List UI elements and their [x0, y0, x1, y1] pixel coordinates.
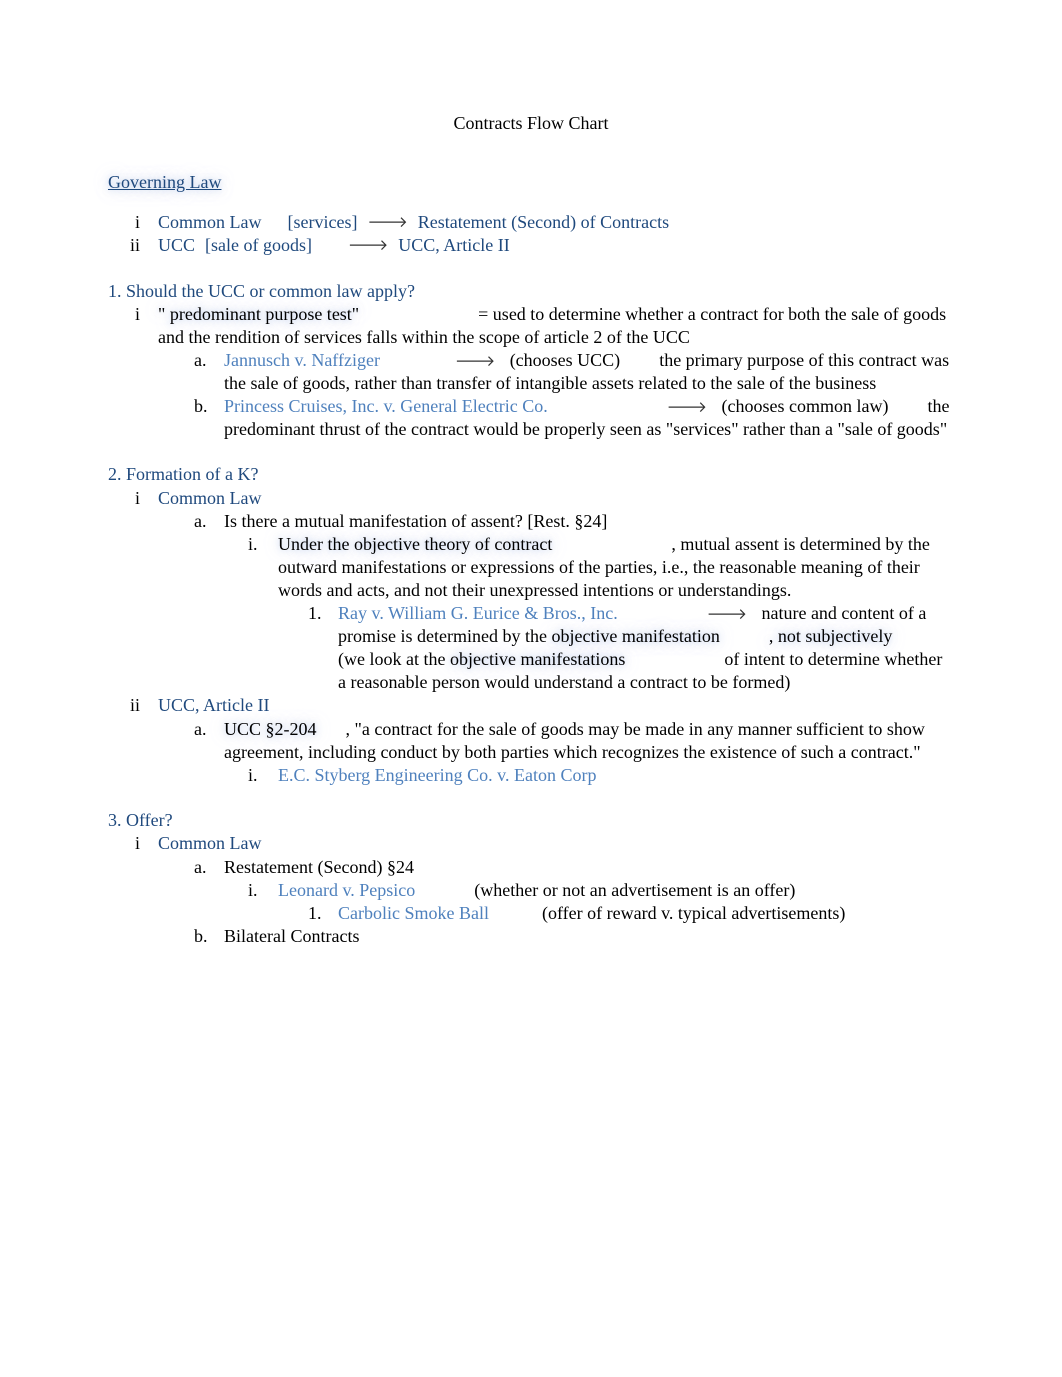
objective-theory-item: i. Under the objective theory of contrac…: [108, 533, 954, 602]
section-1: 1. Should the UCC or common law apply? i…: [108, 280, 954, 442]
list-marker: b.: [194, 395, 224, 418]
ucc-bracket: [sale of goods]: [205, 234, 312, 257]
princess-cruises-case-link[interactable]: Princess Cruises, Inc. v. General Electr…: [224, 396, 548, 416]
styberg-item: i. E.C. Styberg Engineering Co. v. Eaton…: [108, 764, 954, 787]
bilateral-contracts-text: Bilateral Contracts: [224, 925, 954, 948]
arrow-icon: 🡒: [357, 213, 417, 233]
list-marker: b.: [194, 925, 224, 948]
list-marker: i: [108, 303, 158, 326]
restatement-label: Restatement (Second) of Contracts: [418, 211, 669, 234]
ray-eurice-item: 1. Ray v. William G. Eurice & Bros., Inc…: [108, 602, 954, 694]
governing-item-ucc: ii UCC [sale of goods] 🡒 UCC, Article II: [108, 234, 954, 257]
leonard-pepsico-case-link[interactable]: Leonard v. Pepsico: [278, 880, 415, 900]
s3-common-law-label: Common Law: [158, 832, 954, 855]
s2-ucc-label: UCC, Article II: [158, 694, 954, 717]
s2-ucc-item: ii UCC, Article II: [108, 694, 954, 717]
section-3: 3. Offer? i Common Law a. Restatement (S…: [108, 809, 954, 949]
mutual-assent-q: Is there a mutual manifestation of assen…: [224, 510, 954, 533]
governing-item-common-law: i Common Law [services] 🡒 Restatement (S…: [108, 211, 954, 234]
princess-cruises-item: b. Princess Cruises, Inc. v. General Ele…: [108, 395, 954, 441]
leonard-pepsico-item: i. Leonard v. Pepsico (whether or not an…: [108, 879, 954, 902]
restatement-24-text: Restatement (Second) §24: [224, 856, 954, 879]
predominant-purpose-item: i " predominant purpose test" = used to …: [108, 303, 954, 349]
list-marker: a.: [194, 510, 224, 533]
restatement-24-item: a. Restatement (Second) §24: [108, 856, 954, 879]
objective-theory-lead: Under the objective theory of contract: [278, 534, 552, 554]
ucc-label: UCC: [158, 234, 195, 257]
mutual-assent-item: a. Is there a mutual manifestation of as…: [108, 510, 954, 533]
list-marker: i.: [248, 533, 278, 556]
list-marker: 1.: [308, 902, 338, 925]
list-marker: i: [108, 832, 158, 855]
section-2-heading: 2. Formation of a K?: [108, 463, 954, 486]
s3-common-law-item: i Common Law: [108, 832, 954, 855]
common-law-label: Common Law: [158, 211, 262, 234]
ucc-2-204-item: a. UCC §2-204 , "a contract for the sale…: [108, 718, 954, 764]
arrow-icon: 🡒: [657, 399, 717, 416]
list-marker: ii: [108, 234, 158, 257]
governing-law-section: Governing Law i Common Law [services] 🡒 …: [108, 171, 954, 257]
not-subjectively: , not subjectively: [769, 626, 892, 646]
objective-theory-bridge: , mutual assent: [671, 534, 778, 554]
list-marker: i.: [248, 764, 278, 787]
predominant-purpose-term: " predominant purpose test": [158, 304, 359, 324]
section-1-heading: 1. Should the UCC or common law apply?: [108, 280, 954, 303]
list-marker: a.: [194, 856, 224, 879]
list-marker: ii: [108, 694, 158, 717]
list-marker: i: [108, 211, 158, 234]
jannusch-case-link[interactable]: Jannusch v. Naffziger: [224, 350, 380, 370]
jannusch-item: a. Jannusch v. Naffziger 🡒 (chooses UCC)…: [108, 349, 954, 395]
carbolic-paren: (offer of reward v. typical advertisemen…: [542, 903, 845, 923]
objective-manifestation-1: objective manifestation: [551, 626, 719, 646]
styberg-case-link[interactable]: E.C. Styberg Engineering Co. v. Eaton Co…: [278, 765, 596, 785]
princess-paren: (chooses common law): [721, 396, 888, 416]
arrow-icon: 🡒: [445, 353, 505, 370]
objective-manifestations-2: objective manifestations: [450, 649, 625, 669]
ucc-article-label: UCC, Article II: [398, 234, 509, 257]
bilateral-contracts-item: b. Bilateral Contracts: [108, 925, 954, 948]
ray-eurice-case-link[interactable]: Ray v. William G. Eurice & Bros., Inc.: [338, 603, 618, 623]
document-title: Contracts Flow Chart: [108, 112, 954, 135]
list-marker: a.: [194, 349, 224, 372]
list-marker: 1.: [308, 602, 338, 625]
jannusch-paren: (chooses UCC): [510, 350, 621, 370]
common-law-bracket: [services]: [288, 211, 358, 234]
list-marker: a.: [194, 718, 224, 741]
ucc-2-204-bridge: , "a contract for the sale of goods may …: [346, 719, 703, 739]
s2-common-law-item: i Common Law: [108, 487, 954, 510]
leonard-pepsico-paren: (whether or not an advertisement is an o…: [474, 880, 795, 900]
arrow-icon: 🡒: [697, 606, 757, 623]
ray-midtail: (we: [338, 649, 365, 669]
list-marker: i: [108, 487, 158, 510]
section-3-heading: 3. Offer?: [108, 809, 954, 832]
arrow-icon: 🡒: [338, 236, 398, 256]
s2-common-law-label: Common Law: [158, 487, 954, 510]
list-marker: i.: [248, 879, 278, 902]
carbolic-item: 1. Carbolic Smoke Ball (offer of reward …: [108, 902, 954, 925]
section-2: 2. Formation of a K? i Common Law a. Is …: [108, 463, 954, 787]
ucc-2-204-code: UCC §2-204: [224, 719, 317, 739]
governing-law-heading: Governing Law: [108, 171, 954, 194]
carbolic-case-link[interactable]: Carbolic Smoke Ball: [338, 903, 489, 923]
ray-obj2pre: look at the: [369, 649, 449, 669]
